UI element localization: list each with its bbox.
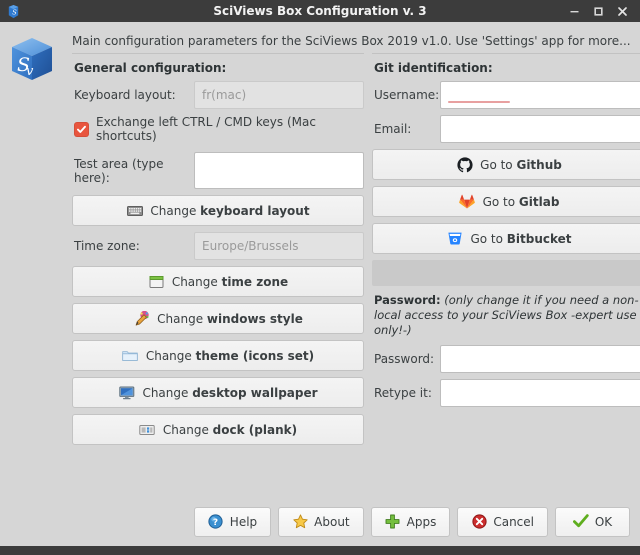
sciviews-cube-icon: S v bbox=[6, 28, 68, 499]
window-bottom-edge bbox=[0, 546, 640, 555]
dialog-subtitle: Main configuration parameters for the Sc… bbox=[72, 34, 631, 48]
window-title: SciViews Box Configuration v. 3 bbox=[213, 4, 427, 18]
title-bar: S SciViews Box Configuration v. 3 bbox=[0, 0, 640, 22]
ok-label: OK bbox=[594, 514, 613, 529]
exchange-ctrl-cmd-row[interactable]: Exchange left CTRL / CMD keys (Mac short… bbox=[74, 115, 364, 143]
password-input[interactable] bbox=[440, 345, 640, 373]
change-desktop-wallpaper-button[interactable]: Change desktop wallpaper bbox=[72, 377, 364, 408]
cancel-icon bbox=[471, 514, 487, 530]
change-keyboard-layout-button[interactable]: Change keyboard layout bbox=[72, 195, 364, 226]
go-to-github-label: Go to Github bbox=[480, 157, 562, 172]
help-label: Help bbox=[229, 514, 258, 529]
exchange-ctrl-cmd-checkbox[interactable] bbox=[74, 121, 89, 137]
time-zone-label: Time zone: bbox=[74, 239, 140, 253]
window-app-icon: S bbox=[3, 2, 23, 20]
help-icon: ? bbox=[208, 514, 224, 530]
clock-window-icon bbox=[148, 273, 165, 290]
svg-text:v: v bbox=[26, 64, 34, 79]
retype-password-input[interactable] bbox=[440, 379, 640, 407]
left-separator bbox=[72, 53, 364, 54]
password-note-title: Password: bbox=[374, 293, 441, 307]
help-button[interactable]: ? Help bbox=[193, 506, 272, 537]
change-windows-style-button[interactable]: Change windows style bbox=[72, 303, 364, 334]
github-icon bbox=[456, 156, 473, 173]
keyboard-icon bbox=[126, 202, 143, 219]
spellcheck-underline-icon bbox=[448, 101, 510, 103]
time-zone-row: Time zone: Europe/Brussels bbox=[72, 232, 364, 260]
plus-icon bbox=[385, 514, 401, 530]
svg-text:?: ? bbox=[213, 518, 218, 528]
bitbucket-icon bbox=[446, 230, 463, 247]
cancel-button[interactable]: Cancel bbox=[457, 506, 548, 537]
username-label: Username: bbox=[374, 88, 440, 102]
git-identification-title: Git identification: bbox=[374, 61, 493, 75]
maximize-icon[interactable] bbox=[586, 0, 610, 22]
ok-button[interactable]: OK bbox=[555, 506, 630, 537]
close-icon[interactable] bbox=[610, 0, 634, 22]
password-label: Password: bbox=[374, 352, 435, 366]
change-keyboard-layout-label: Change keyboard layout bbox=[150, 203, 310, 218]
go-to-bitbucket-label: Go to Bitbucket bbox=[470, 231, 572, 246]
monitor-icon bbox=[118, 384, 135, 401]
application-window: S SciViews Box Configuration v. 3 S v Ma… bbox=[0, 0, 640, 555]
reserved-placeholder-block bbox=[372, 260, 640, 286]
retype-password-label: Retype it: bbox=[374, 386, 432, 400]
keyboard-layout-label: Keyboard layout: bbox=[74, 88, 176, 102]
go-to-github-button[interactable]: Go to Github bbox=[372, 149, 640, 180]
change-time-zone-button[interactable]: Change time zone bbox=[72, 266, 364, 297]
dock-icon bbox=[139, 421, 156, 438]
test-area-row: Test area (type here): bbox=[72, 152, 364, 189]
password-row: Password: bbox=[372, 345, 640, 373]
dialog-content: S v Main configuration parameters for th… bbox=[0, 22, 640, 499]
password-note: Password: (only change it if you need a … bbox=[372, 293, 640, 345]
dialog-footer: ? Help About Apps Cancel OK bbox=[0, 499, 640, 546]
main-panel: Main configuration parameters for the Sc… bbox=[68, 28, 640, 499]
about-label: About bbox=[314, 514, 350, 529]
go-to-gitlab-label: Go to Gitlab bbox=[482, 194, 560, 209]
about-button[interactable]: About bbox=[278, 506, 364, 537]
pencil-palette-icon bbox=[133, 310, 150, 327]
go-to-gitlab-button[interactable]: Go to Gitlab bbox=[372, 186, 640, 217]
change-desktop-wallpaper-label: Change desktop wallpaper bbox=[142, 385, 318, 400]
git-identification-column: Git identification: Username: Email: Go … bbox=[372, 53, 640, 451]
change-windows-style-label: Change windows style bbox=[157, 311, 303, 326]
change-time-zone-label: Change time zone bbox=[171, 274, 289, 289]
change-theme-button[interactable]: Change theme (icons set) bbox=[72, 340, 364, 371]
email-input[interactable] bbox=[440, 115, 640, 143]
check-icon bbox=[572, 514, 589, 530]
keyboard-layout-row: Keyboard layout: fr(mac) bbox=[72, 81, 364, 109]
username-input[interactable] bbox=[440, 81, 640, 109]
svg-text:S: S bbox=[12, 8, 17, 16]
change-dock-button[interactable]: Change dock (plank) bbox=[72, 414, 364, 445]
test-area-label: Test area (type here): bbox=[74, 156, 164, 185]
apps-label: Apps bbox=[406, 514, 437, 529]
exchange-ctrl-cmd-label: Exchange left CTRL / CMD keys (Mac short… bbox=[96, 115, 316, 143]
go-to-bitbucket-button[interactable]: Go to Bitbucket bbox=[372, 223, 640, 254]
two-column-layout: General configuration: Keyboard layout: … bbox=[68, 53, 640, 451]
test-area-input[interactable] bbox=[194, 152, 364, 189]
right-separator bbox=[372, 53, 640, 54]
gitlab-icon bbox=[459, 193, 476, 210]
minimize-icon[interactable] bbox=[562, 0, 586, 22]
general-configuration-column: General configuration: Keyboard layout: … bbox=[72, 53, 364, 451]
star-icon bbox=[292, 514, 308, 530]
change-theme-label: Change theme (icons set) bbox=[145, 348, 315, 363]
username-row: Username: bbox=[372, 81, 640, 109]
change-dock-label: Change dock (plank) bbox=[162, 422, 298, 437]
general-configuration-title: General configuration: bbox=[74, 61, 227, 75]
retype-password-row: Retype it: bbox=[372, 379, 640, 407]
folder-icon bbox=[122, 347, 139, 364]
email-row: Email: bbox=[372, 115, 640, 143]
window-controls bbox=[562, 0, 640, 22]
time-zone-field: Europe/Brussels bbox=[194, 232, 364, 260]
apps-button[interactable]: Apps bbox=[370, 506, 451, 537]
keyboard-layout-field: fr(mac) bbox=[194, 81, 364, 109]
email-label: Email: bbox=[374, 122, 412, 136]
cancel-label: Cancel bbox=[493, 514, 534, 529]
